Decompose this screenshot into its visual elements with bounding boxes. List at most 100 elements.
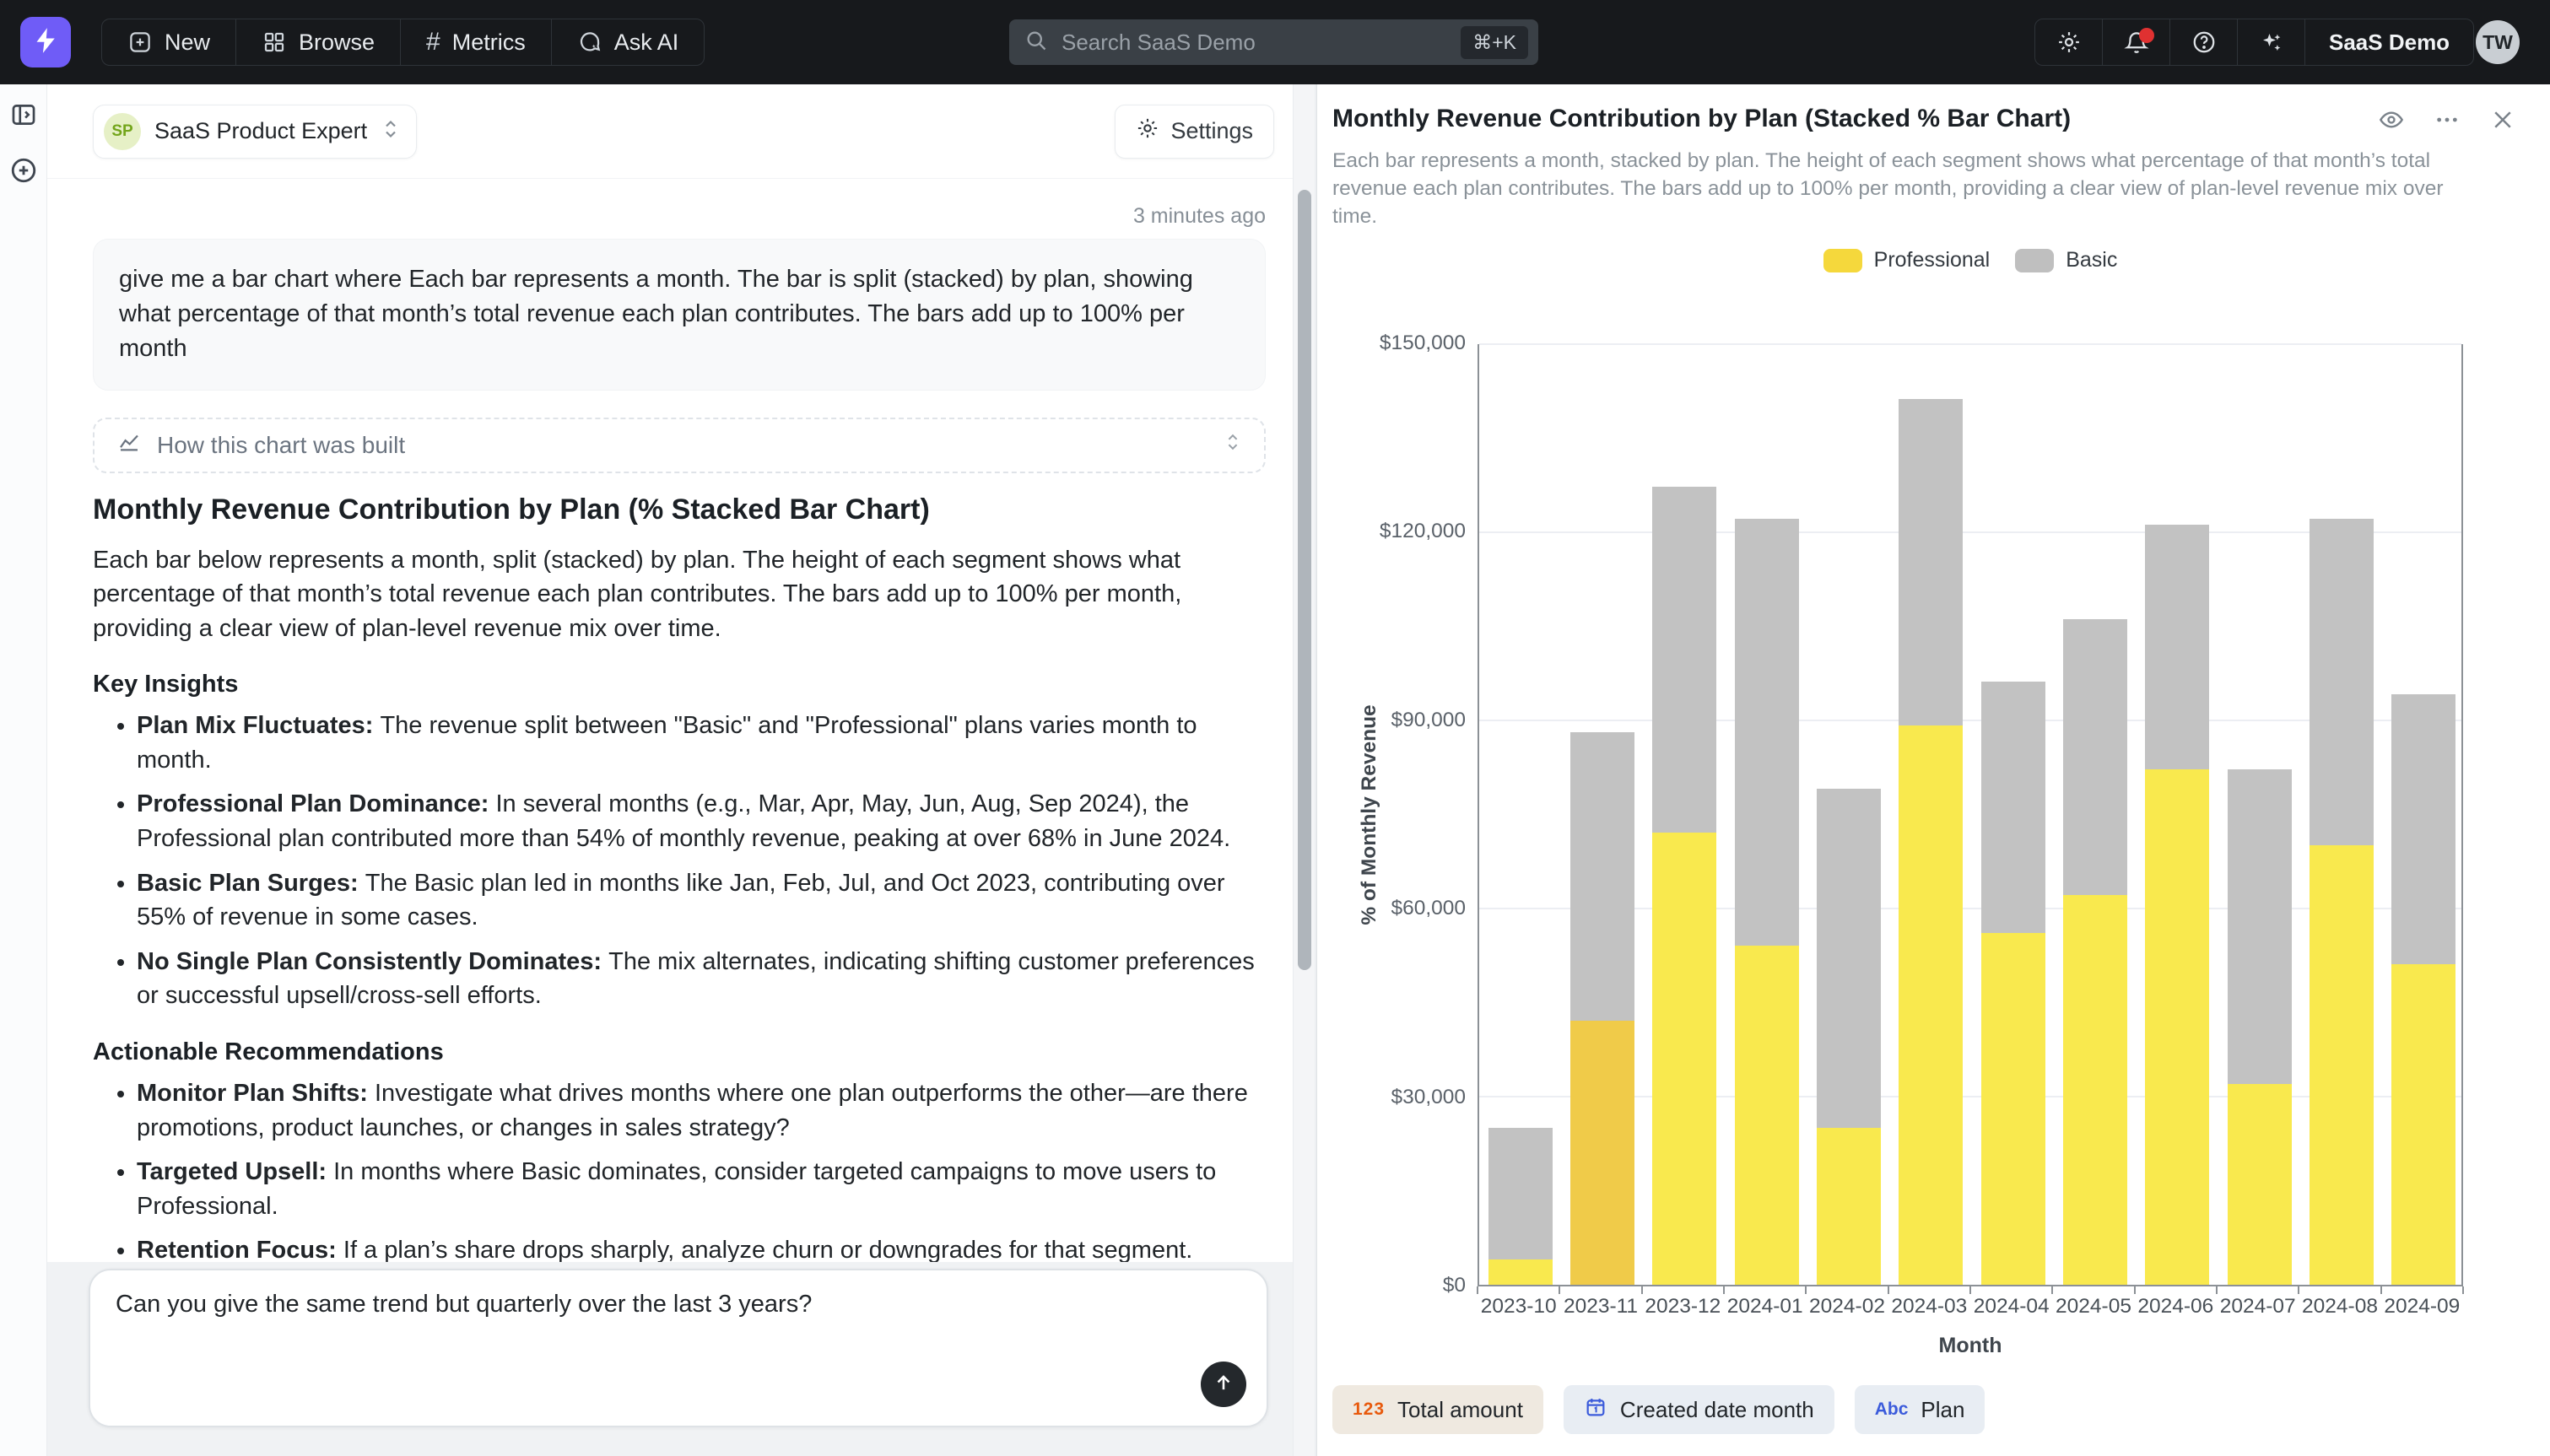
help-button[interactable] bbox=[2170, 19, 2238, 65]
x-axis-tick bbox=[2051, 1286, 2053, 1294]
x-axis-tick bbox=[1723, 1286, 1725, 1294]
bar-segment-professional-2024-09[interactable] bbox=[2391, 964, 2455, 1285]
bar-segment-professional-2024-06[interactable] bbox=[2145, 769, 2209, 1285]
bar-segment-professional-2024-07[interactable] bbox=[2228, 1084, 2292, 1285]
agent-settings-button[interactable]: Settings bbox=[1115, 105, 1274, 159]
send-button[interactable] bbox=[1201, 1362, 1246, 1407]
browse-button[interactable]: Browse bbox=[236, 19, 401, 65]
list-item: Monitor Plan Shifts: Investigate what dr… bbox=[137, 1076, 1266, 1145]
bar-segment-professional-2024-05[interactable] bbox=[2063, 895, 2127, 1285]
legend-label: Basic bbox=[2066, 248, 2117, 272]
bar-segment-basic-2024-02[interactable] bbox=[1817, 789, 1881, 1128]
key-insights-heading: Key Insights bbox=[93, 671, 1266, 698]
visibility-button[interactable] bbox=[2378, 108, 2405, 135]
workspace-name: SaaS Demo bbox=[2329, 30, 2450, 56]
chat-header: SP SaaS Product Expert Settings bbox=[47, 84, 1315, 179]
how-built-label: How this chart was built bbox=[157, 432, 405, 459]
chart-title: Monthly Revenue Contribution by Plan (St… bbox=[1332, 105, 2379, 133]
search-shortcut-badge: ⌘+K bbox=[1461, 26, 1528, 59]
bar-segment-basic-2024-03[interactable] bbox=[1899, 399, 1963, 725]
question-circle-icon bbox=[2191, 30, 2217, 55]
search-input[interactable] bbox=[1062, 30, 1461, 56]
gear-icon bbox=[1136, 116, 1159, 146]
settings-label: Settings bbox=[1170, 118, 1253, 144]
bar-segment-professional-2023-12[interactable] bbox=[1652, 833, 1716, 1285]
primary-nav: New Browse # Metrics Ask AI bbox=[101, 19, 705, 66]
global-search[interactable]: ⌘+K bbox=[1009, 19, 1538, 65]
x-axis-tick bbox=[1888, 1286, 1889, 1294]
user-avatar[interactable]: TW bbox=[2476, 20, 2520, 64]
artifact-actions bbox=[2378, 108, 2516, 135]
app-logo[interactable] bbox=[20, 17, 71, 67]
x-tick-label: 2024-03 bbox=[1888, 1295, 1970, 1318]
ai-chat-panel: SP SaaS Product Expert Settings 3 minute… bbox=[47, 84, 1315, 1456]
x-tick-label: 2024-02 bbox=[1806, 1295, 1888, 1318]
x-axis-tick bbox=[2216, 1286, 2218, 1294]
list-item-lead: Retention Focus: bbox=[137, 1237, 343, 1264]
close-icon bbox=[2490, 107, 2515, 137]
new-button[interactable]: New bbox=[102, 19, 236, 65]
bar-segment-professional-2024-02[interactable] bbox=[1817, 1128, 1881, 1285]
message-timestamp: 3 minutes ago bbox=[93, 204, 1266, 229]
list-item: Targeted Upsell: In months where Basic d… bbox=[137, 1155, 1266, 1223]
close-artifact-button[interactable] bbox=[2489, 108, 2516, 135]
list-item: Plan Mix Fluctuates: The revenue split b… bbox=[137, 709, 1266, 777]
legend-item-professional[interactable]: Professional bbox=[1823, 248, 1991, 272]
new-thread-button[interactable] bbox=[7, 155, 41, 189]
settings-gear-button[interactable] bbox=[2035, 19, 2103, 65]
bar-segment-basic-2023-10[interactable] bbox=[1488, 1128, 1553, 1259]
chat-scrollbar[interactable] bbox=[1293, 84, 1315, 1456]
x-tick-label: 2024-08 bbox=[2299, 1295, 2380, 1318]
topnav-icon-group: SaaS Demo bbox=[2034, 19, 2474, 66]
toggle-sidebar-button[interactable] bbox=[7, 100, 41, 133]
how-chart-built-toggle[interactable]: How this chart was built bbox=[93, 418, 1266, 473]
x-tick-label: 2023-12 bbox=[1642, 1295, 1724, 1318]
x-axis-tick bbox=[2134, 1286, 2136, 1294]
bar-segment-professional-2024-04[interactable] bbox=[1981, 933, 2045, 1285]
chat-thread: 3 minutes ago give me a bar chart where … bbox=[47, 204, 1315, 1391]
bar-segment-professional-2024-01[interactable] bbox=[1735, 946, 1799, 1285]
metrics-button[interactable]: # Metrics bbox=[401, 19, 552, 65]
agent-selector[interactable]: SP SaaS Product Expert bbox=[93, 105, 417, 159]
bar-slot bbox=[1807, 344, 1889, 1285]
dimension-tag-created-date-month[interactable]: Created date month bbox=[1564, 1385, 1834, 1434]
ask-ai-button[interactable]: Ask AI bbox=[552, 19, 705, 65]
bar-segment-professional-2024-03[interactable] bbox=[1899, 725, 1963, 1285]
ai-sparkles-button[interactable] bbox=[2238, 19, 2305, 65]
scrollbar-thumb[interactable] bbox=[1298, 190, 1311, 970]
chevron-updown-icon bbox=[381, 117, 401, 145]
lightning-bolt-icon bbox=[31, 26, 60, 59]
gear-icon bbox=[2056, 30, 2082, 55]
workspace-button[interactable]: SaaS Demo bbox=[2305, 19, 2473, 65]
bar-segment-basic-2024-06[interactable] bbox=[2145, 525, 2209, 769]
notifications-button[interactable] bbox=[2103, 19, 2170, 65]
tag-label: Total amount bbox=[1397, 1397, 1523, 1423]
chat-input[interactable]: Can you give the same trend but quarterl… bbox=[90, 1270, 1267, 1370]
bar-segment-basic-2024-07[interactable] bbox=[2228, 769, 2292, 1083]
more-options-button[interactable] bbox=[2434, 108, 2461, 135]
list-item-lead: No Single Plan Consistently Dominates: bbox=[137, 948, 608, 975]
bar-segment-professional-2023-11[interactable] bbox=[1570, 1021, 1634, 1285]
legend-swatch bbox=[1823, 249, 1862, 272]
dimension-tag-plan[interactable]: Abc Plan bbox=[1855, 1385, 1985, 1434]
tag-label: Created date month bbox=[1620, 1397, 1814, 1423]
bar-segment-basic-2024-09[interactable] bbox=[2391, 694, 2455, 964]
bar-segment-professional-2024-08[interactable] bbox=[2310, 845, 2374, 1285]
bar-segment-professional-2023-10[interactable] bbox=[1488, 1259, 1553, 1285]
bar-segment-basic-2023-11[interactable] bbox=[1570, 732, 1634, 1022]
sidebar-toggle-icon bbox=[9, 100, 38, 133]
bar-segment-basic-2024-01[interactable] bbox=[1735, 519, 1799, 946]
bar-segment-basic-2024-08[interactable] bbox=[2310, 519, 2374, 845]
bar-slot bbox=[2218, 344, 2300, 1285]
legend-swatch bbox=[2015, 249, 2054, 272]
bar-slot bbox=[1644, 344, 1726, 1285]
metric-tag-total-amount[interactable]: 123 Total amount bbox=[1332, 1385, 1543, 1434]
list-item-lead: Professional Plan Dominance: bbox=[137, 790, 495, 817]
bar-segment-basic-2024-05[interactable] bbox=[2063, 619, 2127, 896]
nav-label: New bbox=[165, 30, 210, 56]
bar-segment-basic-2023-12[interactable] bbox=[1652, 487, 1716, 833]
grid-icon bbox=[262, 30, 287, 55]
legend-item-basic[interactable]: Basic bbox=[2015, 248, 2117, 272]
bar-segment-basic-2024-04[interactable] bbox=[1981, 682, 2045, 933]
chat-composer[interactable]: Can you give the same trend but quarterl… bbox=[89, 1269, 1268, 1427]
